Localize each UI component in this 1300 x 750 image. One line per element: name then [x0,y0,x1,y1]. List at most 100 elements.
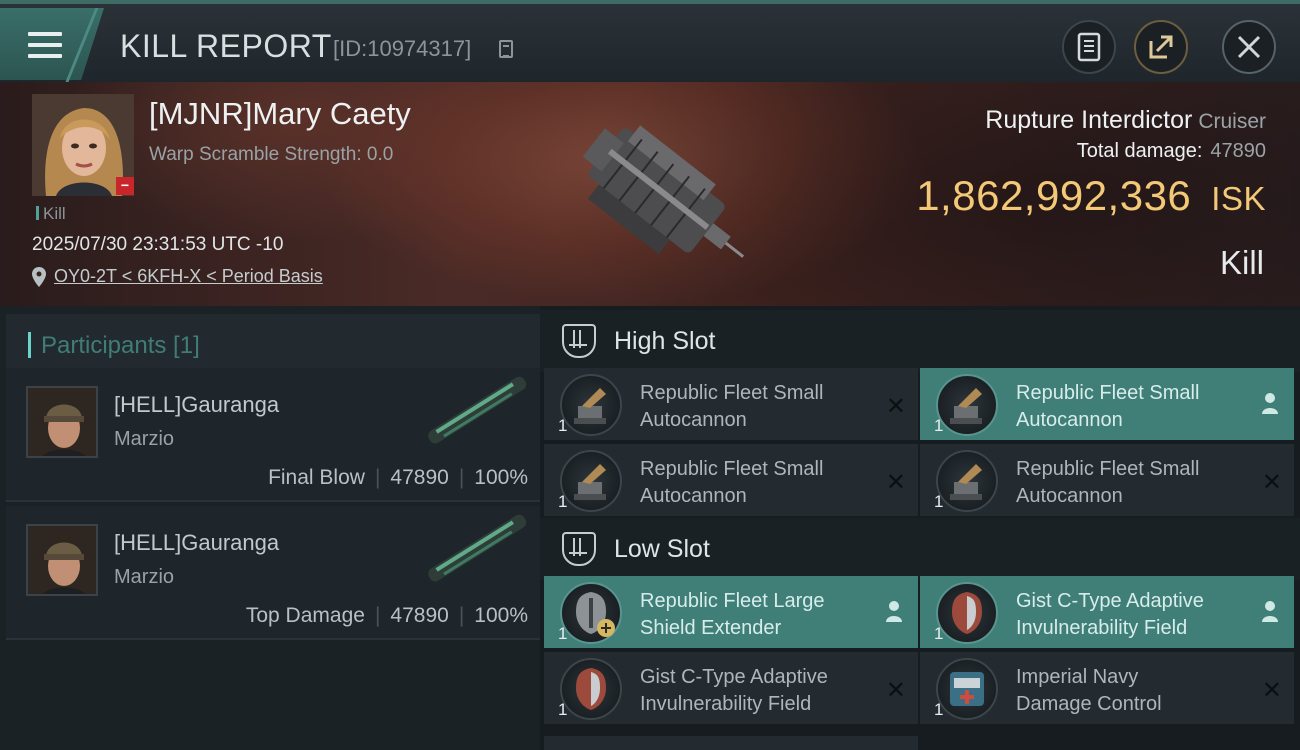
module-name: Gist C-Type Adaptive Invulnerability Fiel… [1016,590,1204,639]
participant-row[interactable]: [HELL]Gauranga Marzio Top Damage | 47890… [6,506,540,640]
module-name: Republic Fleet Small Autocannon [640,458,824,507]
kill-tag: Kill [36,204,66,224]
module-quantity: 1 [558,700,568,719]
module-quantity: 1 [558,624,568,643]
notes-icon [1077,32,1101,62]
module-item[interactable]: 1 Republic Fleet Large Shield Extender [544,576,918,648]
module-item[interactable]: 1 Republic Fleet Small Autocannon ✕ [544,444,918,516]
top-bar: KILL REPORT [ID:10974317] [0,0,1300,84]
participant-damage: 47890 [390,466,449,489]
module-quantity: 1 [934,700,944,719]
autocannon-icon [936,450,998,512]
module-name: Republic Fleet Small Autocannon [640,382,824,431]
share-icon [1149,35,1173,59]
report-id: [ID:10974317] [333,36,472,61]
invulnerability-field-icon [936,582,998,644]
module-quantity: 1 [934,416,944,435]
kill-location[interactable]: OY0-2T < 6KFH-X < Period Basis [32,266,323,287]
module-name: Gist C-Type Adaptive Invulnerability Fiel… [640,666,828,715]
module-item-partial[interactable] [544,736,918,750]
victim-ship-class: Cruiser [1198,110,1266,133]
module-quantity: 1 [558,492,568,511]
participant-avatar [26,386,98,458]
autocannon-icon [560,374,622,436]
share-button[interactable] [1134,20,1188,74]
notes-button[interactable] [1062,20,1116,74]
total-damage-label: Total damage: [1076,140,1203,162]
module-name: Imperial Navy Damage Control [1016,666,1162,715]
victim-ship-name: Rupture Interdictor [985,106,1193,134]
loss-badge: − [116,177,134,195]
result-label: Kill [1219,244,1264,281]
autocannon-icon [560,450,622,512]
victim-panel: − [MJNR]Mary Caety Warp Scramble Strengt… [0,82,1300,306]
participant-row[interactable]: [HELL]Gauranga Marzio Final Blow | 47890… [6,368,540,502]
victim-name[interactable]: [MJNR]Mary Caety [149,96,411,132]
isk-unit: ISK [1211,180,1266,217]
module-item[interactable]: 1 Republic Fleet Small Autocannon ✕ [544,368,918,440]
high-slot-header: High Slot [540,310,1300,372]
destroyed-icon: ✕ [885,469,906,496]
module-item[interactable]: 1 Imperial Navy Damage Control ✕ [920,652,1294,724]
participant-ship-image [428,376,527,444]
module-quantity: 1 [558,416,568,435]
participant-damage: 47890 [390,604,449,627]
fittings-panel: High Slot 1 Republic Fleet Small Autocann… [540,306,1300,750]
kill-datetime: 2025/07/30 23:31:53 UTC -10 [32,234,284,255]
page-title: KILL REPORT [120,28,332,64]
module-quantity: 1 [934,492,944,511]
participant-percent: 100% [474,604,528,627]
shield-extender-icon [560,582,622,644]
module-name: Republic Fleet Small Autocannon [1016,382,1200,431]
dropped-person-icon [1262,393,1278,414]
high-slot-title: High Slot [614,326,716,355]
participant-role: Top Damage [245,604,365,627]
participant-name: [HELL]Gauranga [114,392,280,417]
location-pin-icon [32,266,46,287]
module-name: Republic Fleet Large Shield Extender [640,590,825,639]
isk-value: 1,862,992,336 ISK [916,172,1266,220]
participants-title: Participants [1] [41,332,200,359]
participant-role: Final Blow [268,466,365,489]
module-item[interactable]: 1 Gist C-Type Adaptive Invulnerability Fi… [544,652,918,724]
dropped-person-icon [886,601,902,622]
low-slot-icon [562,532,596,566]
participant-ship: Marzio [114,566,175,588]
participants-header: Participants [1] [6,314,540,372]
participants-panel: Participants [1] [HELL]Gauranga Marzio F… [0,306,540,750]
close-button[interactable] [1222,20,1276,74]
participant-percent: 100% [474,466,528,489]
participant-name: [HELL]Gauranga [114,530,280,555]
participant-stats: Final Blow | 47890 | 100% [268,466,528,489]
module-quantity: 1 [934,624,944,643]
total-damage: Total damage: 47890 [1077,140,1266,163]
destroyed-icon: ✕ [885,677,906,704]
destroyed-icon: ✕ [1261,677,1282,704]
damage-control-icon [936,658,998,720]
module-item[interactable]: 1 Republic Fleet Small Autocannon [920,368,1294,440]
dropped-person-icon [1262,601,1278,622]
participant-avatar [26,524,98,596]
victim-ship-info[interactable]: Rupture Interdictor Cruiser [985,106,1266,135]
participant-ship-image [428,514,527,582]
module-name: Republic Fleet Small Autocannon [1016,458,1200,507]
module-item[interactable]: 1 Republic Fleet Small Autocannon ✕ [920,444,1294,516]
kill-tag-label: Kill [43,204,66,223]
copy-icon[interactable] [499,40,513,58]
menu-button[interactable] [0,8,104,80]
isk-amount: 1,862,992,336 [916,172,1192,219]
location-link[interactable]: OY0-2T < 6KFH-X < Period Basis [54,266,323,287]
autocannon-icon [936,374,998,436]
total-damage-value: 47890 [1210,140,1266,162]
low-slot-header: Low Slot [540,518,1300,580]
invulnerability-field-icon [560,658,622,720]
high-slot-icon [562,324,596,358]
module-item[interactable]: 1 Gist C-Type Adaptive Invulnerability Fi… [920,576,1294,648]
participant-stats: Top Damage | 47890 | 100% [245,604,528,627]
low-slot-title: Low Slot [614,534,710,563]
destroyed-icon: ✕ [1261,469,1282,496]
victim-ship-image[interactable] [540,86,760,302]
close-icon [1237,35,1261,59]
participant-ship: Marzio [114,428,175,450]
warp-scramble-strength: Warp Scramble Strength: 0.0 [149,144,394,165]
